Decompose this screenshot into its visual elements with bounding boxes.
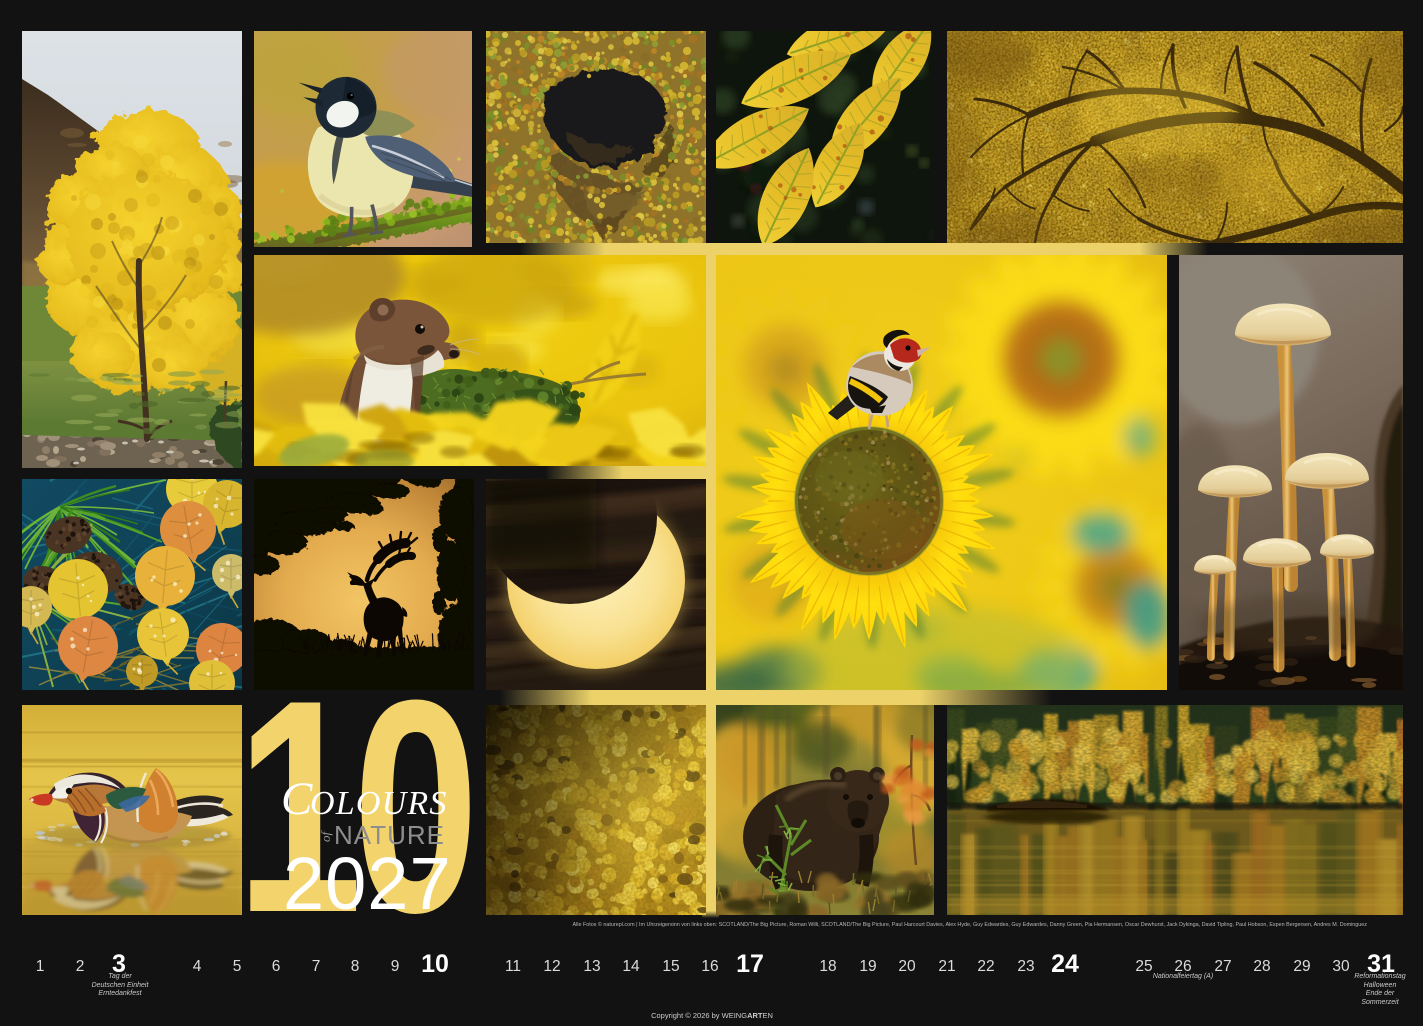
svg-text:Alle Fotos © naturepl.com | Im: Alle Fotos © naturepl.com | Im Uhrzeiger…: [572, 921, 1367, 928]
svg-text:of: of: [318, 830, 333, 843]
svg-text:2027: 2027: [283, 842, 452, 925]
svg-text:C: C: [281, 773, 313, 825]
svg-text:OLOURS: OLOURS: [310, 785, 448, 822]
svg-text:Copyright © 2026 by WEINGARTEN: Copyright © 2026 by WEINGARTEN: [651, 1011, 773, 1020]
